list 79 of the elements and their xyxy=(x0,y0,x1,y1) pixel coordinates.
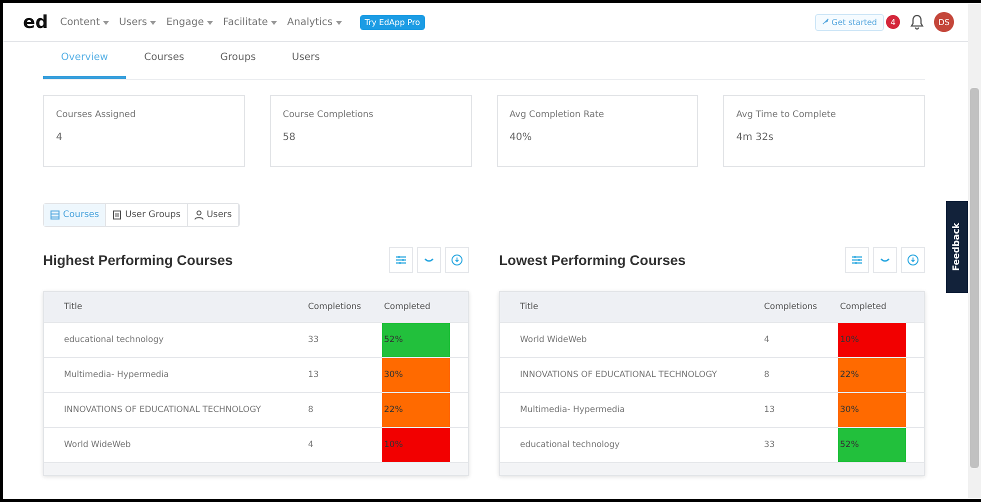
column-header: Title xyxy=(63,302,84,312)
stat-value: 4m 32s xyxy=(736,132,774,143)
nav-menu[interactable]: Users xyxy=(119,16,156,28)
table-cell-text: 8 xyxy=(308,405,314,415)
rocket-icon xyxy=(822,18,830,24)
nav-menu[interactable]: Content xyxy=(60,16,110,28)
scrollbar[interactable] xyxy=(968,3,981,499)
percent-cell: 22% xyxy=(382,393,450,427)
horizontal-scrollbar[interactable] xyxy=(44,463,468,475)
stat-value: 4 xyxy=(56,132,64,143)
download-icon xyxy=(907,254,919,266)
table-cell-text: 13 xyxy=(308,370,320,380)
table-cell-text: 8 xyxy=(764,370,770,380)
table-cell-text: educational technology xyxy=(519,440,621,450)
column-header: Completions xyxy=(764,302,818,312)
tab[interactable]: Users xyxy=(274,42,338,79)
notification-badge: 4 xyxy=(886,15,900,29)
table-cell-text: 13 xyxy=(764,405,776,415)
download-button[interactable] xyxy=(445,247,469,273)
table-cell-text: World WideWeb xyxy=(63,440,132,450)
column-header: Completions xyxy=(308,302,362,312)
filter-icon xyxy=(851,254,863,266)
download-icon xyxy=(451,254,463,266)
table-cell-text: 33 xyxy=(764,440,776,450)
panel-title: Lowest Performing Courses xyxy=(499,252,686,268)
table-cell-text: 4 xyxy=(764,335,770,345)
pro-button[interactable]: Try EdApp Pro xyxy=(360,14,426,30)
stat-label: Avg Time to Complete xyxy=(736,110,837,120)
filter-icon xyxy=(395,254,407,266)
tab[interactable]: Overview xyxy=(43,42,126,79)
collapse-button[interactable] xyxy=(417,247,441,273)
user-icon xyxy=(194,210,204,220)
filter-button[interactable] xyxy=(389,247,413,273)
stat-value: 58 xyxy=(282,132,296,143)
tab[interactable]: Groups xyxy=(202,42,274,79)
table-cell-text: 4 xyxy=(308,440,314,450)
collapse-button[interactable] xyxy=(873,247,897,273)
table-cell-text: World WideWeb xyxy=(519,335,588,345)
column-header: Completed xyxy=(839,301,888,314)
download-button[interactable] xyxy=(901,247,925,273)
stat-label: Courses Assigned xyxy=(56,110,137,120)
nav-menu[interactable]: Engage xyxy=(166,16,214,28)
column-header: Completed xyxy=(383,301,432,314)
bell-icon[interactable] xyxy=(910,14,924,30)
stat-label: Avg Completion Rate xyxy=(510,110,606,120)
stat-value: 40% xyxy=(510,132,533,143)
user-avatar[interactable]: DS xyxy=(934,12,954,32)
caret-icon xyxy=(150,20,156,24)
table-cell-text: Multimedia- Hypermedia xyxy=(63,370,170,380)
segment-button[interactable]: Courses xyxy=(44,204,106,226)
caret-icon xyxy=(207,20,214,24)
document-icon xyxy=(112,210,122,220)
caret-icon xyxy=(103,20,110,24)
feedback-tab[interactable]: Feedback xyxy=(946,201,968,293)
percent-cell: 30% xyxy=(838,393,906,427)
caret-icon xyxy=(336,20,342,24)
nav-menu[interactable]: Analytics xyxy=(287,16,342,28)
nav-menu[interactable]: Facilitate xyxy=(223,16,278,28)
percent-cell: 10% xyxy=(838,323,906,357)
table-cell-text: INNOVATIONS OF EDUCATIONAL TECHNOLOGY xyxy=(519,370,718,380)
panel-title: Highest Performing Courses xyxy=(43,252,233,268)
filter-button[interactable] xyxy=(845,247,869,273)
percent-cell: 52% xyxy=(838,428,906,462)
table-cell-text: 33 xyxy=(308,335,320,345)
tab[interactable]: Courses xyxy=(126,42,202,79)
horizontal-scrollbar[interactable] xyxy=(500,463,924,475)
table-icon xyxy=(50,210,60,220)
table-cell-text: INNOVATIONS OF EDUCATIONAL TECHNOLOGY xyxy=(63,405,262,415)
stat-label: Course Completions xyxy=(282,110,374,120)
percent-cell: 22% xyxy=(838,358,906,392)
percent-cell: 30% xyxy=(382,358,450,392)
caret-icon xyxy=(271,20,278,24)
column-header: Title xyxy=(519,302,540,312)
get-started-button[interactable]: Get started xyxy=(815,14,884,30)
logo[interactable]: ed xyxy=(23,12,48,32)
table-cell-text: Multimedia- Hypermedia xyxy=(519,405,626,415)
table-cell-text: educational technology xyxy=(63,335,165,345)
percent-cell: 52% xyxy=(382,323,450,357)
percent-cell: 10% xyxy=(382,428,450,462)
